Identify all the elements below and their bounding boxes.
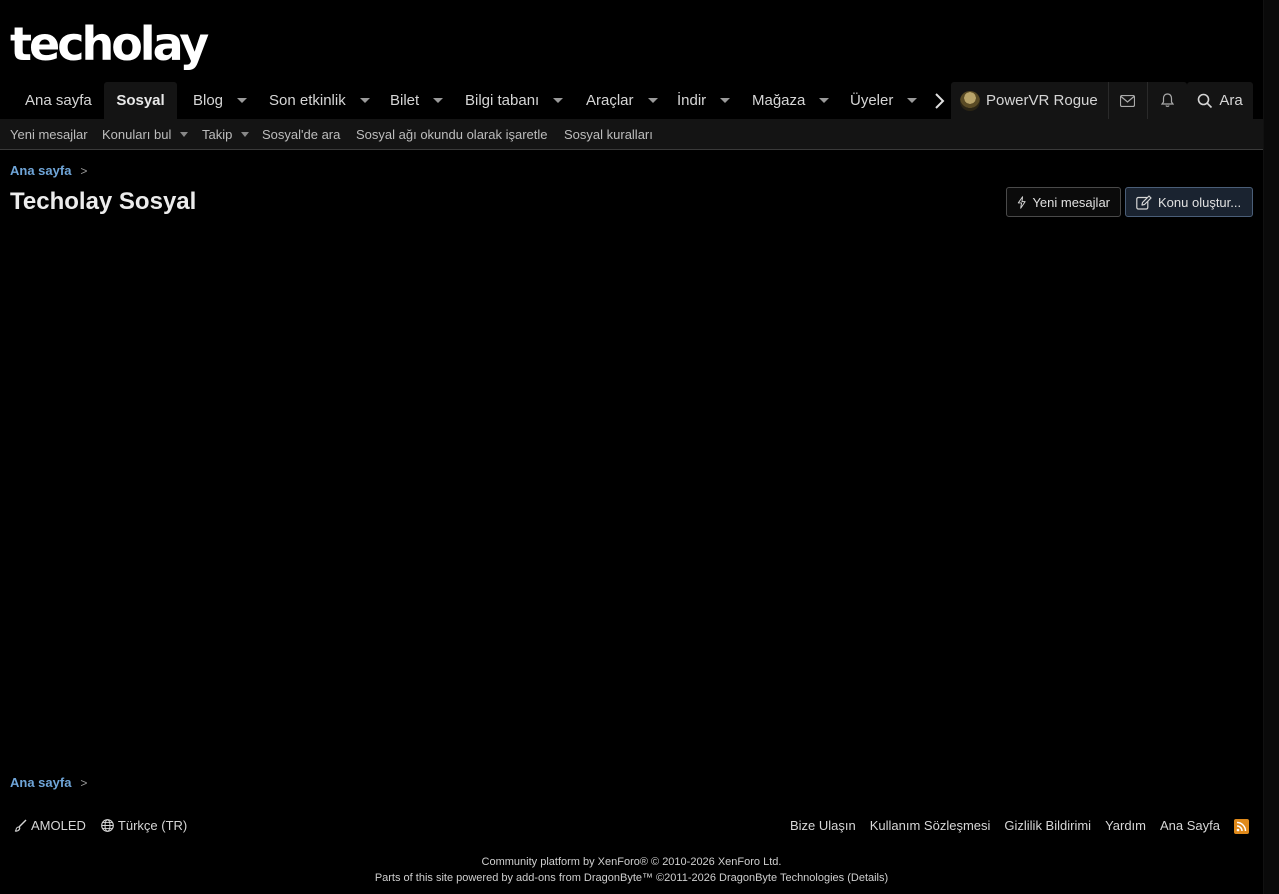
chevron-down-icon[interactable]	[241, 132, 250, 137]
user-menu-link[interactable]: PowerVR Rogue	[951, 82, 1109, 119]
footer-preferences: AMOLED Türkçe (TR)	[14, 818, 202, 833]
subnav-rules[interactable]: Sosyal kuralları	[564, 119, 653, 150]
style-chooser-link[interactable]: AMOLED	[14, 818, 86, 833]
breadcrumb-home-link[interactable]: Ana sayfa	[10, 163, 71, 178]
chevron-down-icon[interactable]	[647, 98, 658, 103]
subnav-find-threads[interactable]: Konuları bul	[102, 119, 189, 150]
globe-icon	[101, 819, 114, 832]
copyright-xenforo: Community platform by XenForo® © 2010-20…	[481, 856, 782, 868]
chevron-down-icon[interactable]	[720, 98, 731, 103]
chevron-right-icon: >	[80, 775, 88, 790]
nav-tab-home[interactable]: Ana sayfa	[25, 82, 92, 119]
footer-link-home[interactable]: Ana Sayfa	[1160, 818, 1220, 833]
nav-tab-label: İndir	[677, 92, 707, 109]
nav-tab-label: Üyeler	[850, 92, 894, 109]
footer-link-terms[interactable]: Kullanım Sözleşmesi	[870, 818, 991, 833]
footer-link-privacy[interactable]: Gizlilik Bildirimi	[1004, 818, 1091, 833]
nav-tab-tools[interactable]: Araçlar	[586, 82, 658, 119]
nav-tab-label: Sosyal	[116, 92, 165, 109]
language-label: Türkçe (TR)	[117, 818, 188, 833]
chevron-down-icon[interactable]	[180, 132, 189, 137]
inbox-button[interactable]	[1109, 82, 1148, 119]
copyright-dragonbyte: Parts of this site powered by add-ons fr…	[374, 872, 889, 884]
page-title: Techolay Sosyal	[10, 188, 197, 215]
chevron-down-icon[interactable]	[433, 98, 444, 103]
create-thread-button[interactable]: Konu oluştur...	[1125, 187, 1253, 217]
subnav-label: Konuları bul	[102, 127, 172, 142]
nav-tab-label: Araçlar	[586, 92, 634, 109]
bell-icon	[1160, 93, 1174, 107]
user-area: PowerVR Rogue	[951, 82, 1187, 119]
chevron-down-icon[interactable]	[819, 98, 830, 103]
nav-tab-label: Bilgi tabanı	[465, 92, 540, 109]
nav-tab-label: Mağaza	[752, 92, 806, 109]
nav-tab-ticket[interactable]: Bilet	[390, 82, 444, 119]
main-navigation: Ana sayfa Sosyal Blog Son etkinlik Bilet…	[0, 82, 1263, 119]
new-posts-button[interactable]: Yeni mesajlar	[1006, 187, 1121, 217]
subnav-label: Sosyal'de ara	[262, 127, 341, 142]
nav-tab-store[interactable]: Mağaza	[752, 82, 830, 119]
subnav-label: Yeni mesajlar	[10, 127, 88, 142]
chevron-down-icon[interactable]	[237, 98, 248, 103]
user-name: PowerVR Rogue	[986, 92, 1098, 109]
nav-tab-blog[interactable]: Blog	[193, 82, 248, 119]
subnav-new-posts[interactable]: Yeni mesajlar	[10, 119, 88, 150]
button-label: Konu oluştur...	[1158, 194, 1242, 210]
subnav-label: Sosyal ağı okundu olarak işaretle	[356, 127, 548, 142]
subnav-label: Takip	[202, 127, 233, 142]
edit-icon	[1136, 194, 1152, 210]
footer-link-help[interactable]: Yardım	[1105, 818, 1146, 833]
nav-tab-label: Son etkinlik	[269, 92, 346, 109]
lightning-icon	[1017, 195, 1026, 209]
page-scrollbar[interactable]	[1263, 0, 1279, 894]
avatar	[960, 90, 980, 111]
chevron-right-icon: >	[80, 163, 88, 178]
nav-tab-members[interactable]: Üyeler	[850, 82, 918, 119]
site-logo[interactable]: techolay	[10, 18, 209, 70]
style-label: AMOLED	[31, 818, 86, 833]
nav-tab-label: Bilet	[390, 92, 420, 109]
sub-navigation: Yeni mesajlar Konuları bul Takip Sosyal'…	[0, 119, 1263, 150]
chevron-down-icon[interactable]	[359, 98, 370, 103]
paintbrush-icon	[14, 819, 27, 832]
breadcrumb-bottom: Ana sayfa >	[10, 775, 87, 790]
footer-link-contact[interactable]: Bize Ulaşın	[790, 818, 856, 833]
nav-tab-knowledge-base[interactable]: Bilgi tabanı	[465, 82, 564, 119]
subnav-label: Sosyal kuralları	[564, 127, 653, 142]
breadcrumb-home-link[interactable]: Ana sayfa	[10, 775, 71, 790]
button-label: Yeni mesajlar	[1032, 194, 1110, 210]
footer-links: Bize Ulaşın Kullanım Sözleşmesi Gizlilik…	[776, 818, 1220, 833]
nav-tab-social[interactable]: Sosyal	[104, 82, 177, 119]
breadcrumb: Ana sayfa >	[10, 163, 87, 178]
subnav-search-social[interactable]: Sosyal'de ara	[262, 119, 340, 150]
rss-icon[interactable]	[1234, 819, 1249, 834]
alerts-button[interactable]	[1148, 82, 1187, 119]
nav-scroll-right-icon[interactable]	[929, 82, 949, 119]
nav-tab-label: Ana sayfa	[25, 92, 92, 109]
subnav-mark-read[interactable]: Sosyal ağı okundu olarak işaretle	[356, 119, 548, 150]
search-label: Ara	[1219, 92, 1243, 109]
page: techolay Ana sayfa Sosyal Blog Son etkin…	[0, 0, 1263, 894]
nav-tab-download[interactable]: İndir	[677, 82, 731, 119]
language-chooser-link[interactable]: Türkçe (TR)	[101, 818, 187, 833]
subnav-watched[interactable]: Takip	[202, 119, 250, 150]
chevron-down-icon[interactable]	[553, 98, 564, 103]
search-button[interactable]: Ara	[1187, 82, 1253, 119]
nav-tab-label: Blog	[193, 92, 224, 109]
envelope-icon	[1120, 94, 1136, 107]
search-icon	[1198, 93, 1213, 108]
nav-tab-recent-activity[interactable]: Son etkinlik	[269, 82, 370, 119]
chevron-down-icon[interactable]	[907, 98, 918, 103]
